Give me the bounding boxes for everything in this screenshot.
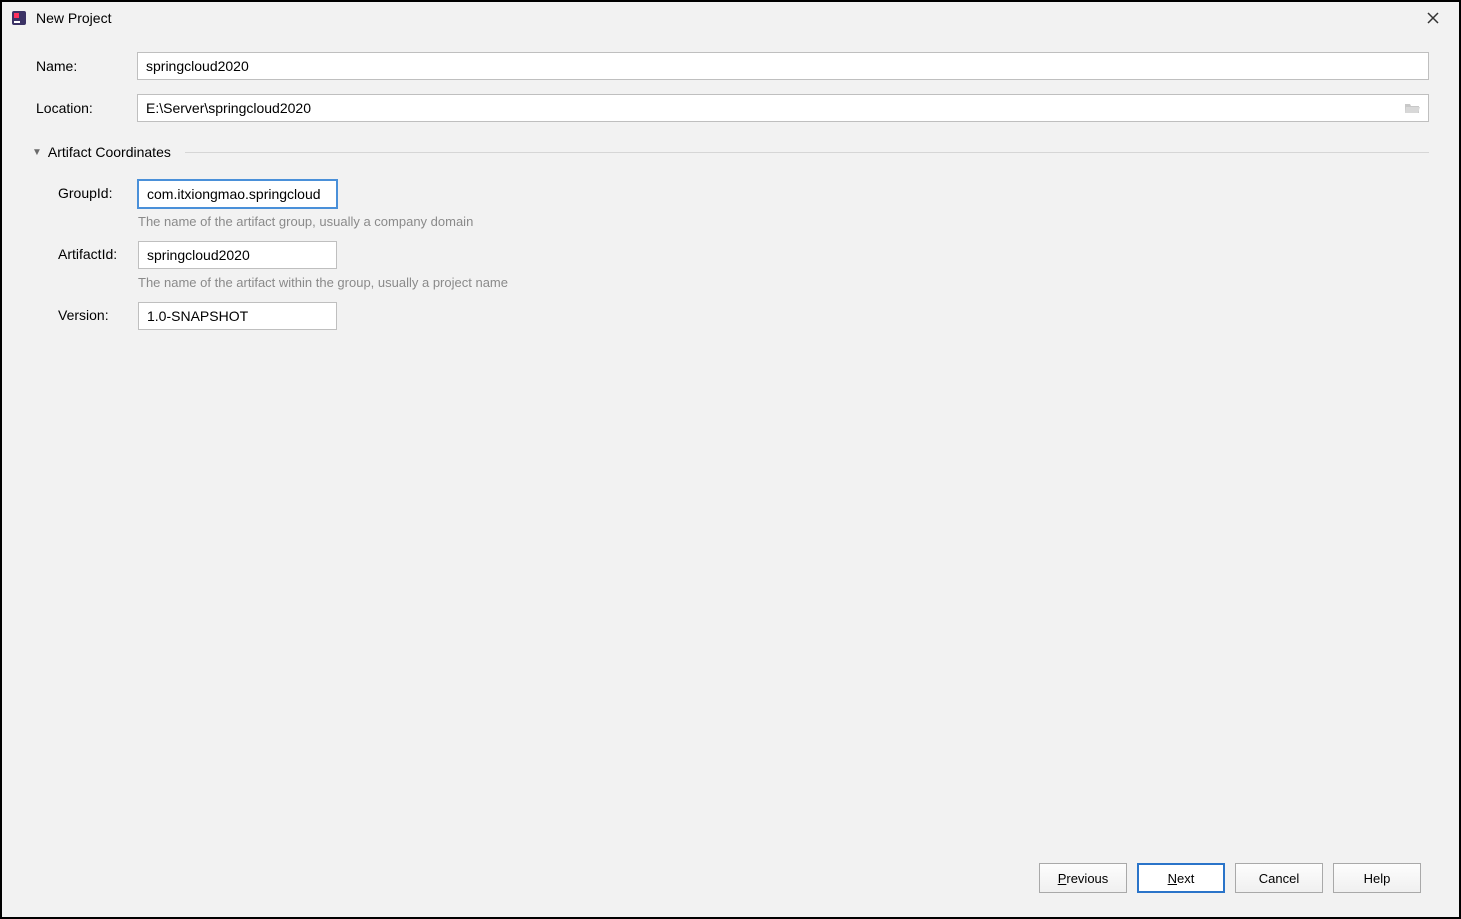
artifactid-row: ArtifactId: The name of the artifact wit…: [32, 241, 1429, 290]
artifactid-label: ArtifactId:: [58, 241, 138, 262]
cancel-button[interactable]: Cancel: [1235, 863, 1323, 893]
artifactid-hint: The name of the artifact within the grou…: [138, 275, 1429, 290]
name-label: Name:: [32, 58, 137, 74]
help-button[interactable]: Help: [1333, 863, 1421, 893]
name-input[interactable]: [137, 52, 1429, 80]
location-row: Location:: [32, 94, 1429, 122]
browse-folder-button[interactable]: [1399, 95, 1425, 121]
next-button[interactable]: Next: [1137, 863, 1225, 893]
new-project-dialog: New Project Name: Location:: [0, 0, 1461, 919]
titlebar: New Project: [2, 2, 1459, 34]
chevron-down-icon: ▼: [32, 147, 42, 158]
artifactid-input[interactable]: [138, 241, 337, 269]
intellij-icon: [10, 9, 28, 27]
groupid-label: GroupId:: [58, 180, 138, 201]
location-label: Location:: [32, 100, 137, 116]
version-row: Version:: [32, 302, 1429, 330]
groupid-input[interactable]: [138, 180, 337, 208]
location-input[interactable]: [137, 94, 1429, 122]
content-spacer: [32, 342, 1429, 851]
dialog-content: Name: Location: ▼ Artifact Coordinates: [2, 34, 1459, 917]
button-bar: Previous Next Cancel Help: [32, 851, 1429, 905]
window-title: New Project: [36, 10, 1407, 26]
section-divider: [185, 152, 1429, 153]
groupid-row: GroupId: The name of the artifact group,…: [32, 180, 1429, 229]
folder-icon: [1404, 101, 1420, 115]
close-button[interactable]: [1415, 3, 1451, 33]
previous-button[interactable]: Previous: [1039, 863, 1127, 893]
version-input[interactable]: [138, 302, 337, 330]
artifact-coordinates-title: Artifact Coordinates: [48, 144, 171, 160]
name-row: Name:: [32, 52, 1429, 80]
groupid-hint: The name of the artifact group, usually …: [138, 214, 1429, 229]
artifact-coordinates-header[interactable]: ▼ Artifact Coordinates: [32, 144, 1429, 160]
version-label: Version:: [58, 302, 138, 323]
